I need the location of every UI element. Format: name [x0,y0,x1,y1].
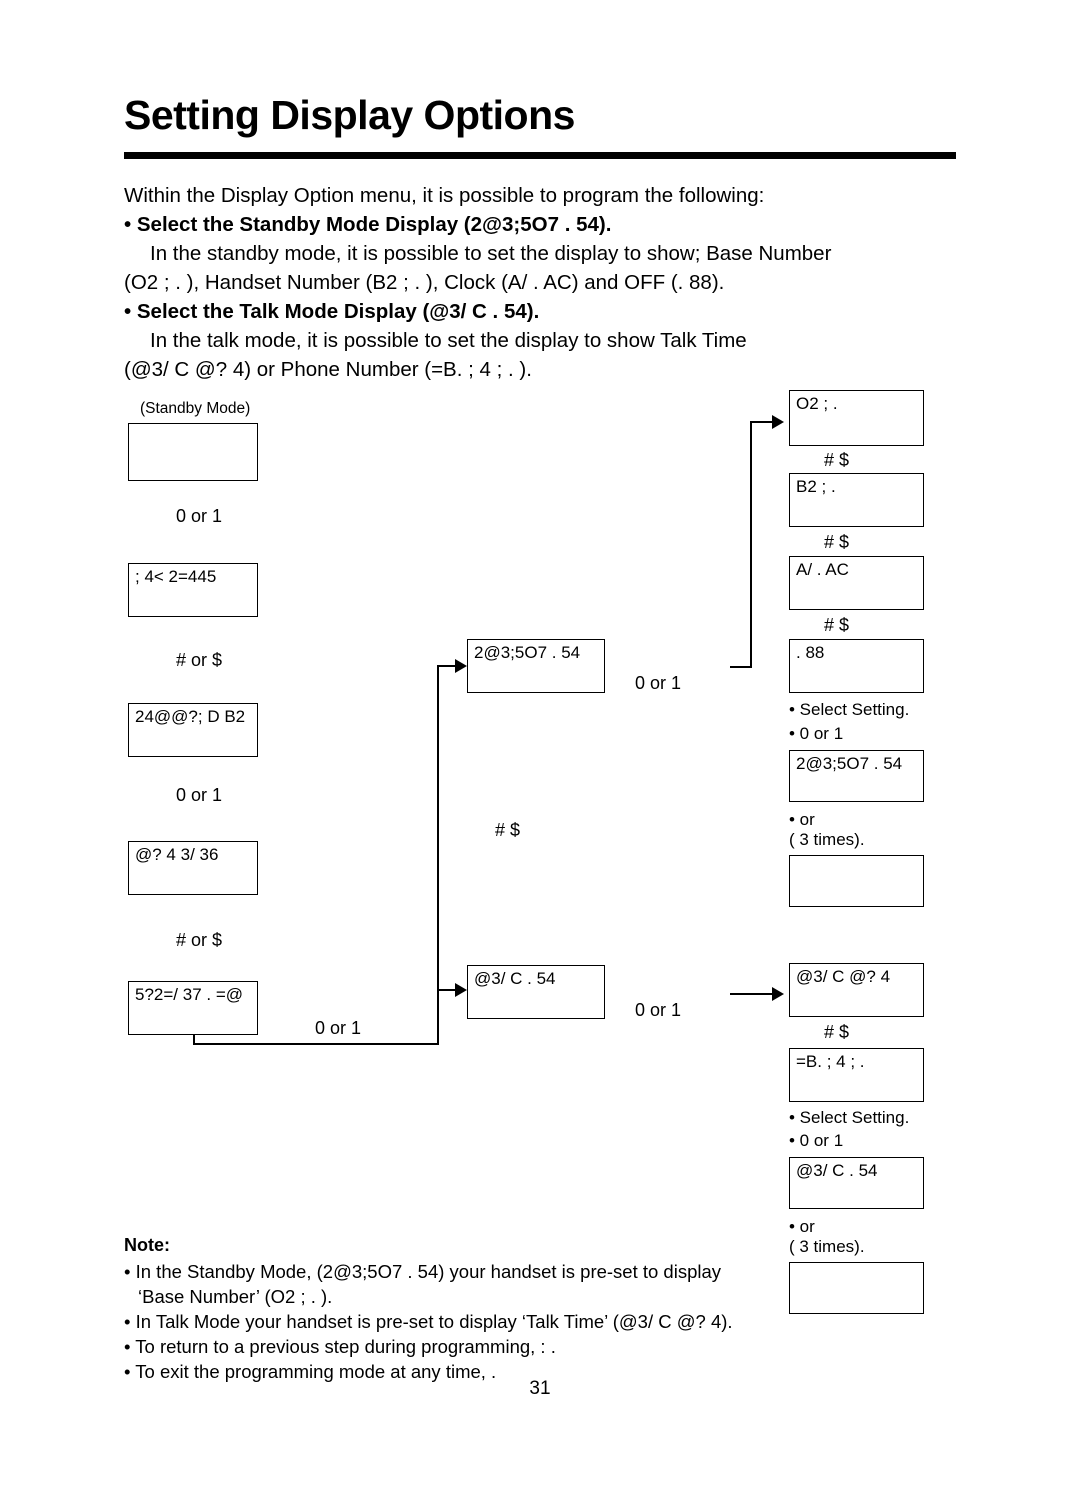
note-item-1: • In the Standby Mode, (2@3;5O7 . 54) yo… [124,1261,722,1282]
standby-mode-label: (Standby Mode) [140,400,251,417]
connector-0-or-1-a: 0 or 1 [176,506,223,526]
note-item-2: • In Talk Mode your handset is pre-set t… [124,1311,733,1332]
box-standby-display-text: 2@3;5O7 . 54 [474,643,581,662]
right-top-blank-box [789,855,924,907]
page-title: Setting Display Options [124,92,575,138]
connector-hash-dollar-2: # $ [824,532,850,552]
box-base-number: O2 ; . [789,390,924,446]
right-top-or-label: • or [789,810,815,829]
intro-block: Within the Display Option menu, it is po… [124,182,964,385]
note-item-3: • To return to a previous step during pr… [124,1336,556,1357]
right-bottom-or-label: • or [789,1217,815,1236]
right-top-select-setting: • Select Setting. [789,700,910,719]
line-options-up [437,990,439,1045]
note-item-1b: ‘Base Number’ (O2 ; . ). [138,1286,333,1307]
standby-box [128,423,258,481]
page-number: 31 [529,1378,551,1399]
box-off-text: . 88 [796,643,825,662]
box-talk-display: @3/ C . 54 [467,965,605,1019]
document-page: Setting Display Options Within the Displ… [0,0,1080,1509]
intro-line-1: Within the Display Option menu, it is po… [124,184,765,207]
note-block: Note: • In the Standby Mode, (2@3;5O7 . … [124,1235,924,1385]
right-top-result-text: 2@3;5O7 . 54 [796,754,903,773]
intro-line-4: In the talk mode, it is possible to set … [150,329,747,352]
box-base-number-text: O2 ; . [796,394,838,413]
box-handset-number-text: B2 ; . [796,477,836,496]
connector-hash-or-dollar-a: # or $ [176,650,223,670]
line-middle-to-right-top [730,666,752,668]
connector-hash-or-dollar-c: # $ [495,820,521,840]
line-options-right [193,1043,438,1045]
arrowhead-standby-box [455,659,467,673]
connector-0-or-1-e: 0 or 1 [635,1000,682,1020]
box-ringer: @? 4 3/ 36 [128,841,258,895]
connector-0-or-1-b: 0 or 1 [176,785,223,805]
intro-bullet-standby: • Select the Standby Mode Display (2@3;5… [124,213,612,236]
right-top-result-box: 2@3;5O7 . 54 [789,750,924,802]
arrowhead-talk-time [772,987,784,1001]
box-handset-number: B2 ; . [789,473,924,527]
arrowhead-base-number [772,415,784,429]
box-clock: A/ . AC [789,556,924,610]
intro-line-3: (O2 ; . ), Handset Number (B2 ; . ), Clo… [124,271,725,294]
connector-hash-dollar-1: # $ [824,450,850,470]
box-talk-time: @3/ C @? 4 [789,963,924,1017]
arrowhead-talk-box [455,983,467,997]
box-off: . 88 [789,639,924,693]
right-bottom-result-box: @3/ C . 54 [789,1157,924,1209]
box-clock-text: A/ . AC [796,560,849,579]
box-standby-display: 2@3;5O7 . 54 [467,639,605,693]
box-phonebook: ; 4< 2=445 [128,563,258,617]
title-underline [124,152,956,159]
box-ringer-text: @? 4 3/ 36 [135,845,219,864]
intro-line-5: (@3/ C @? 4) or Phone Number (=B. ; 4 ; … [124,358,532,381]
intro-line-2: In the standby mode, it is possible to s… [150,242,832,265]
note-heading: Note: [124,1235,170,1255]
box-phone-number: =B. ; 4 ; . [789,1048,924,1102]
box-talk-display-text: @3/ C . 54 [474,969,556,988]
line-right-vertical [750,422,752,667]
connector-hash-dollar-4: # $ [824,1022,850,1042]
connector-hash-dollar-3: # $ [824,615,850,635]
right-bottom-select-setting: • Select Setting. [789,1108,910,1127]
connector-0-or-1-c: 0 or 1 [315,1018,362,1038]
right-bottom-result-text: @3/ C . 54 [796,1161,878,1180]
box-caller-id: 24@@?; D B2 [128,703,258,757]
right-top-times-label: ( 3 times). [789,830,865,849]
connector-hash-or-dollar-b: # or $ [176,930,223,950]
box-caller-id-text: 24@@?; D B2 [135,707,246,726]
box-talk-time-text: @3/ C @? 4 [796,967,891,986]
box-phonebook-text: ; 4< 2=445 [135,567,217,586]
intro-bullet-talk: • Select the Talk Mode Display (@3/ C . … [124,300,540,323]
box-options: 5?2=/ 37 . =@ [128,981,258,1035]
box-phone-number-text: =B. ; 4 ; . [796,1052,865,1071]
line-middle-vertical [437,665,439,990]
right-bottom-press-label: • 0 or 1 [789,1131,844,1150]
right-top-press-label: • 0 or 1 [789,724,844,743]
box-options-text: 5?2=/ 37 . =@ [135,985,244,1004]
connector-0-or-1-d: 0 or 1 [635,673,682,693]
